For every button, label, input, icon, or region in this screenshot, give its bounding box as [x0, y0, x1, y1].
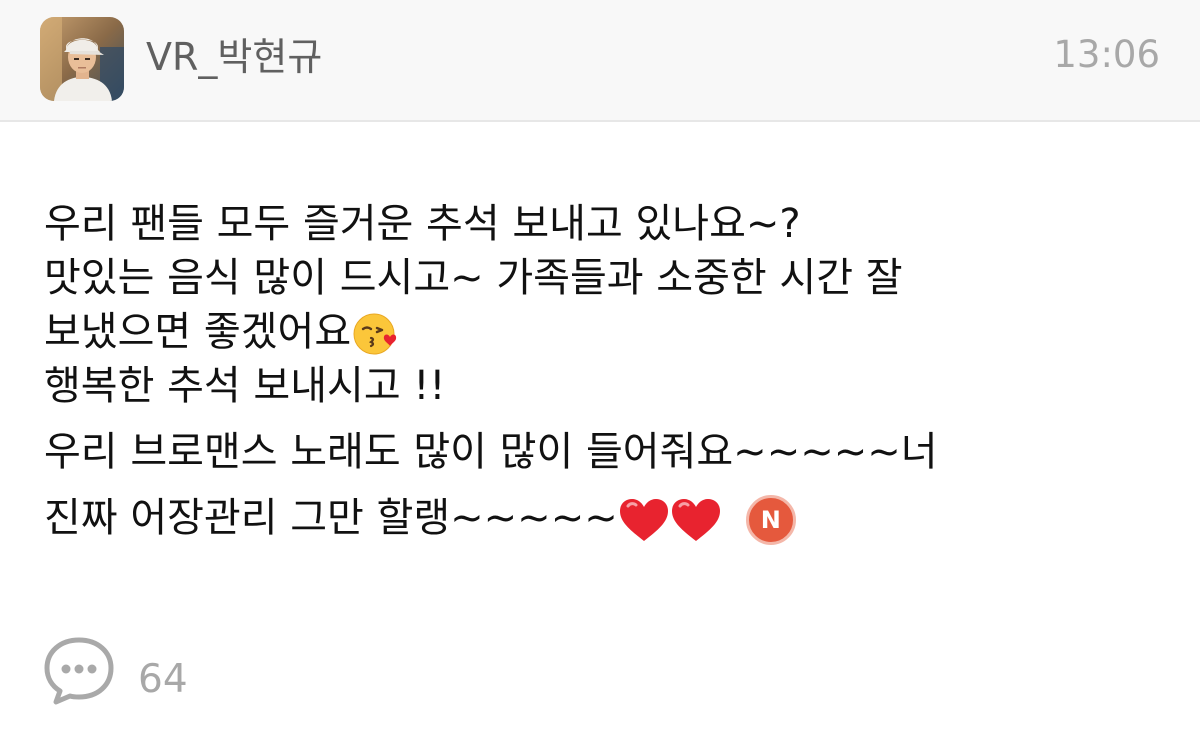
user-avatar[interactable]	[40, 17, 124, 101]
kissing-face-heart-icon	[353, 313, 397, 355]
red-heart-icon	[619, 499, 668, 541]
message-line: 진짜 어장관리 그만 할랭~~~~~ N	[44, 491, 1164, 545]
post-message: 우리 팬들 모두 즐거운 추석 보내고 있나요~? 맛있는 음식 많이 드시고~…	[44, 197, 1164, 545]
speech-bubble-icon[interactable]	[44, 636, 114, 706]
post-screen: VR_박현규 13:06 우리 팬들 모두 즐거운 추석 보내고 있나요~? 맛…	[0, 0, 1200, 746]
username[interactable]: VR_박현규	[146, 33, 322, 81]
message-line-text: 보냈으면 좋겠어요	[44, 309, 352, 355]
post-header: VR_박현규 13:06	[0, 0, 1200, 122]
post-time: 13:06	[1053, 33, 1160, 76]
message-line: 우리 브로맨스 노래도 많이 많이 들어줘요~~~~~너	[44, 429, 938, 475]
new-badge-icon: N	[745, 495, 796, 545]
message-line-text: 진짜 어장관리 그만 할랭~~~~~	[44, 495, 618, 541]
message-line: 우리 팬들 모두 즐거운 추석 보내고 있나요~?	[44, 201, 801, 247]
avatar-photo-icon	[40, 17, 124, 101]
red-heart-icon	[671, 499, 720, 541]
message-line: 보냈으면 좋겠어요	[44, 305, 1164, 359]
message-line: 맛있는 음식 많이 드시고~ 가족들과 소중한 시간 잘	[44, 255, 903, 301]
comment-count[interactable]: 64	[138, 655, 188, 705]
message-line: 행복한 추석 보내시고 !!	[44, 363, 446, 409]
